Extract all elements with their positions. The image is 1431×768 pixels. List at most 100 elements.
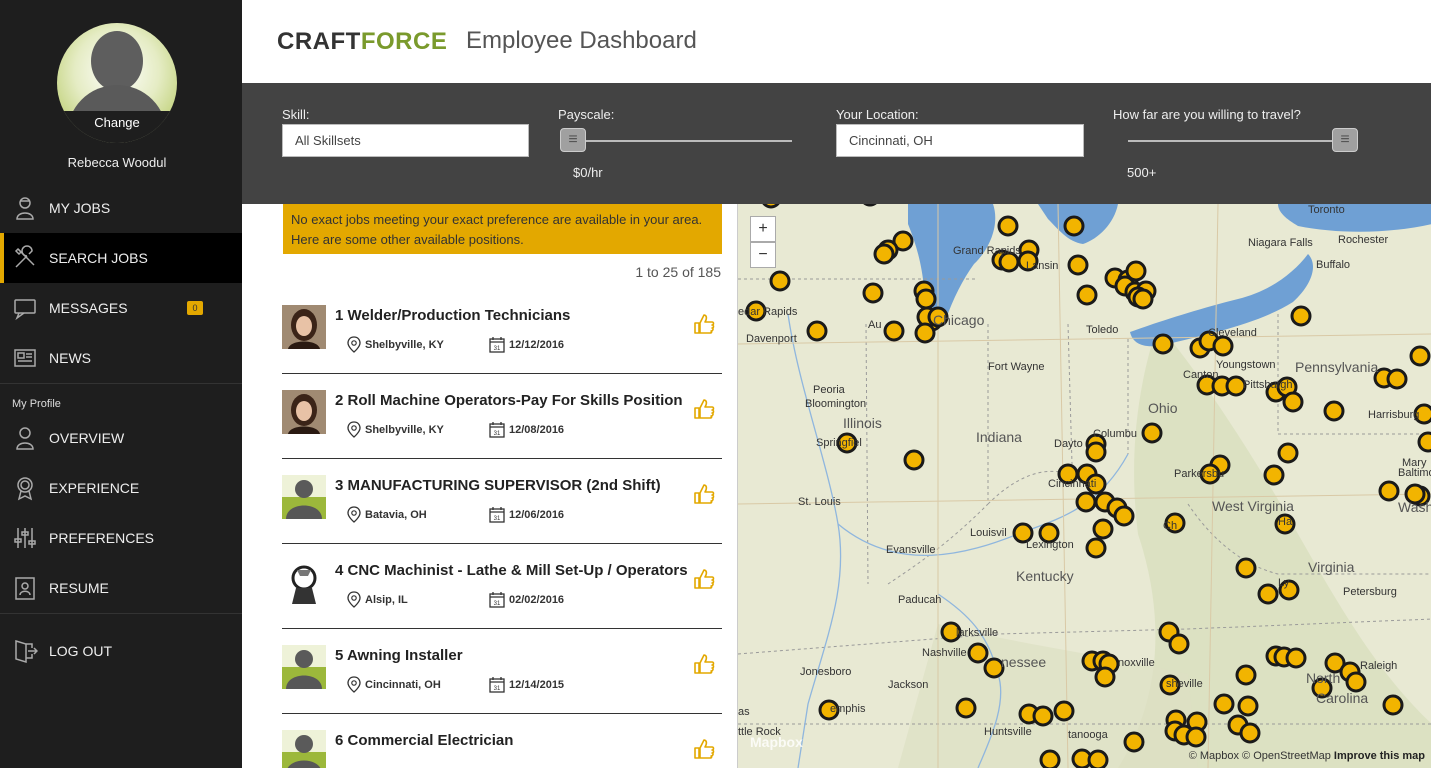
job-marker[interactable] (1123, 731, 1145, 753)
skill-select[interactable]: All Skillsets (282, 124, 529, 157)
job-marker[interactable] (1085, 537, 1107, 559)
thumbs-up-icon[interactable] (693, 313, 715, 340)
nav-overview[interactable]: OVERVIEW (0, 413, 242, 463)
job-marker[interactable] (1277, 442, 1299, 464)
job-marker[interactable] (1075, 491, 1097, 513)
thumbs-up-icon[interactable] (693, 653, 715, 680)
job-marker[interactable] (1263, 464, 1285, 486)
job-marker[interactable] (997, 215, 1019, 237)
job-marker[interactable] (1290, 305, 1312, 327)
craftforce-logo[interactable]: CRAFTFORCE (277, 28, 447, 56)
improve-map-link[interactable]: Improve this map (1334, 750, 1425, 762)
job-marker[interactable] (1235, 664, 1257, 686)
job-marker[interactable] (1382, 694, 1404, 716)
travel-slider-handle[interactable] (1332, 128, 1358, 152)
payscale-slider-track[interactable] (562, 140, 792, 142)
job-marker[interactable] (1067, 254, 1089, 276)
job-marker[interactable] (1237, 695, 1259, 717)
nav-messages[interactable]: MESSAGES 0 (0, 283, 242, 333)
job-title-link[interactable]: 1 Welder/Production Technicians (335, 307, 570, 324)
change-avatar-button[interactable]: Change (57, 111, 177, 143)
job-marker[interactable] (967, 642, 989, 664)
nav-search-jobs[interactable]: SEARCH JOBS (0, 233, 242, 283)
job-marker[interactable] (1132, 288, 1154, 310)
thumbs-up-icon[interactable] (693, 398, 715, 425)
nav-resume[interactable]: RESUME (0, 563, 242, 613)
nav-experience[interactable]: EXPERIENCE (0, 463, 242, 513)
job-listing[interactable]: 2 Roll Machine Operators-Pay For Skills … (282, 374, 722, 459)
thumbs-up-icon[interactable] (693, 738, 715, 765)
nav-label: PREFERENCES (49, 530, 155, 546)
location-input[interactable]: Cincinnati, OH (836, 124, 1084, 157)
job-marker[interactable] (883, 320, 905, 342)
job-marker[interactable] (1113, 505, 1135, 527)
jobs-map[interactable]: + − Toronto Niagara Falls Rochester Buffalo… (737, 204, 1431, 768)
job-marker[interactable] (914, 322, 936, 344)
job-marker[interactable] (1345, 671, 1367, 693)
map-label-toronto: Toronto (1308, 204, 1345, 216)
nav-logout[interactable]: LOG OUT (0, 626, 242, 676)
job-marker[interactable] (1053, 700, 1075, 722)
job-listing[interactable]: 5 Awning Installer Cincinnati, OH 31 12/14/… (282, 629, 722, 714)
job-marker[interactable] (1092, 518, 1114, 540)
job-marker[interactable] (1378, 480, 1400, 502)
job-title-link[interactable]: 2 Roll Machine Operators-Pay For Skills … (335, 392, 683, 409)
job-title-link[interactable]: 5 Awning Installer (335, 647, 463, 664)
map-label-niagara: Niagara Falls (1248, 237, 1313, 249)
job-marker[interactable] (1212, 335, 1234, 357)
job-title-link[interactable]: 3 MANUFACTURING SUPERVISOR (2nd Shift) (335, 477, 661, 494)
job-thumbnail (282, 305, 326, 349)
zoom-out-button[interactable]: − (750, 242, 776, 268)
svg-text:31: 31 (494, 431, 501, 437)
travel-slider-track[interactable] (1128, 140, 1358, 142)
job-marker[interactable] (1094, 666, 1116, 688)
job-marker[interactable] (806, 320, 828, 342)
job-marker[interactable] (1063, 215, 1085, 237)
job-title-link[interactable]: 6 Commercial Electrician (335, 732, 513, 749)
job-marker[interactable] (1039, 749, 1061, 768)
mapbox-logo[interactable]: Mapbox (750, 734, 803, 750)
job-marker[interactable] (1285, 647, 1307, 669)
job-marker[interactable] (1087, 749, 1109, 768)
job-marker[interactable] (769, 270, 791, 292)
job-marker[interactable] (1239, 722, 1261, 744)
job-marker[interactable] (862, 282, 884, 304)
job-marker[interactable] (955, 697, 977, 719)
job-marker[interactable] (1213, 693, 1235, 715)
map-label-harrisonburg: Ha (1278, 516, 1293, 528)
job-marker[interactable] (1168, 633, 1190, 655)
nav-label: EXPERIENCE (49, 480, 140, 496)
job-marker[interactable] (915, 288, 937, 310)
payscale-slider-handle[interactable] (560, 128, 586, 152)
job-marker[interactable] (1386, 368, 1408, 390)
job-marker[interactable] (1076, 284, 1098, 306)
nav-news[interactable]: NEWS (0, 333, 242, 383)
job-marker[interactable] (873, 243, 895, 265)
nav-preferences[interactable]: PREFERENCES (0, 513, 242, 563)
job-marker[interactable] (1257, 583, 1279, 605)
job-marker[interactable] (1085, 441, 1107, 463)
thumbs-up-icon[interactable] (693, 568, 715, 595)
job-marker[interactable] (1185, 726, 1207, 748)
thumbs-up-icon[interactable] (693, 483, 715, 510)
job-marker[interactable] (1235, 557, 1257, 579)
job-marker[interactable] (1141, 422, 1163, 444)
job-title-link[interactable]: 4 CNC Machinist - Lathe & Mill Set-Up / … (335, 562, 688, 579)
job-marker[interactable] (1323, 400, 1345, 422)
job-listing[interactable]: 6 Commercial Electrician (282, 714, 722, 768)
job-marker[interactable] (1152, 333, 1174, 355)
job-marker[interactable] (1417, 431, 1431, 453)
nav-my-jobs[interactable]: MY JOBS (0, 183, 242, 233)
job-date: 12/06/2016 (509, 509, 565, 521)
job-marker[interactable] (1409, 345, 1431, 367)
job-listing[interactable]: 3 MANUFACTURING SUPERVISOR (2nd Shift) Ba… (282, 459, 722, 544)
avatar[interactable]: Change (57, 23, 177, 143)
job-marker[interactable] (1032, 705, 1054, 727)
job-listing[interactable]: 1 Welder/Production Technicians Shelbyvil… (282, 289, 722, 374)
job-listing[interactable]: 4 CNC Machinist - Lathe & Mill Set-Up / … (282, 544, 722, 629)
job-marker[interactable] (1282, 391, 1304, 413)
attribution-text[interactable]: © Mapbox © OpenStreetMap (1189, 750, 1331, 762)
logo-craft: CRAFT (277, 28, 361, 55)
zoom-in-button[interactable]: + (750, 216, 776, 242)
job-marker[interactable] (903, 449, 925, 471)
